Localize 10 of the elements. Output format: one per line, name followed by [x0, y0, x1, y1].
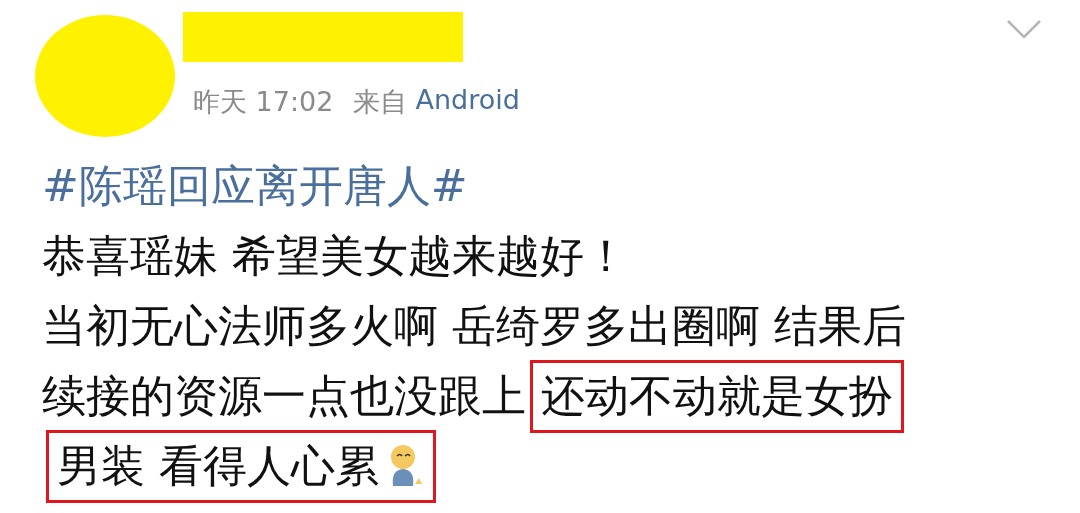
post-text: 当初无心法师多火啊 岳绮罗多出圈啊 结果后	[42, 298, 906, 353]
post-text: 续接的资源一点也没跟上	[42, 368, 526, 423]
source-link[interactable]: Android	[415, 84, 520, 120]
post-time: 昨天 17:02	[193, 85, 334, 119]
source-label: 来自	[353, 85, 408, 119]
hashtag-link[interactable]: #陈瑶回应离开唐人#	[42, 151, 1080, 221]
highlighted-text: 还动不动就是女扮	[530, 359, 904, 433]
chevron-down-icon[interactable]	[1006, 18, 1042, 40]
highlighted-text: 男装 看得人心累	[46, 429, 436, 503]
post-text: 恭喜瑶妹 希望美女越来越好！	[42, 228, 628, 283]
